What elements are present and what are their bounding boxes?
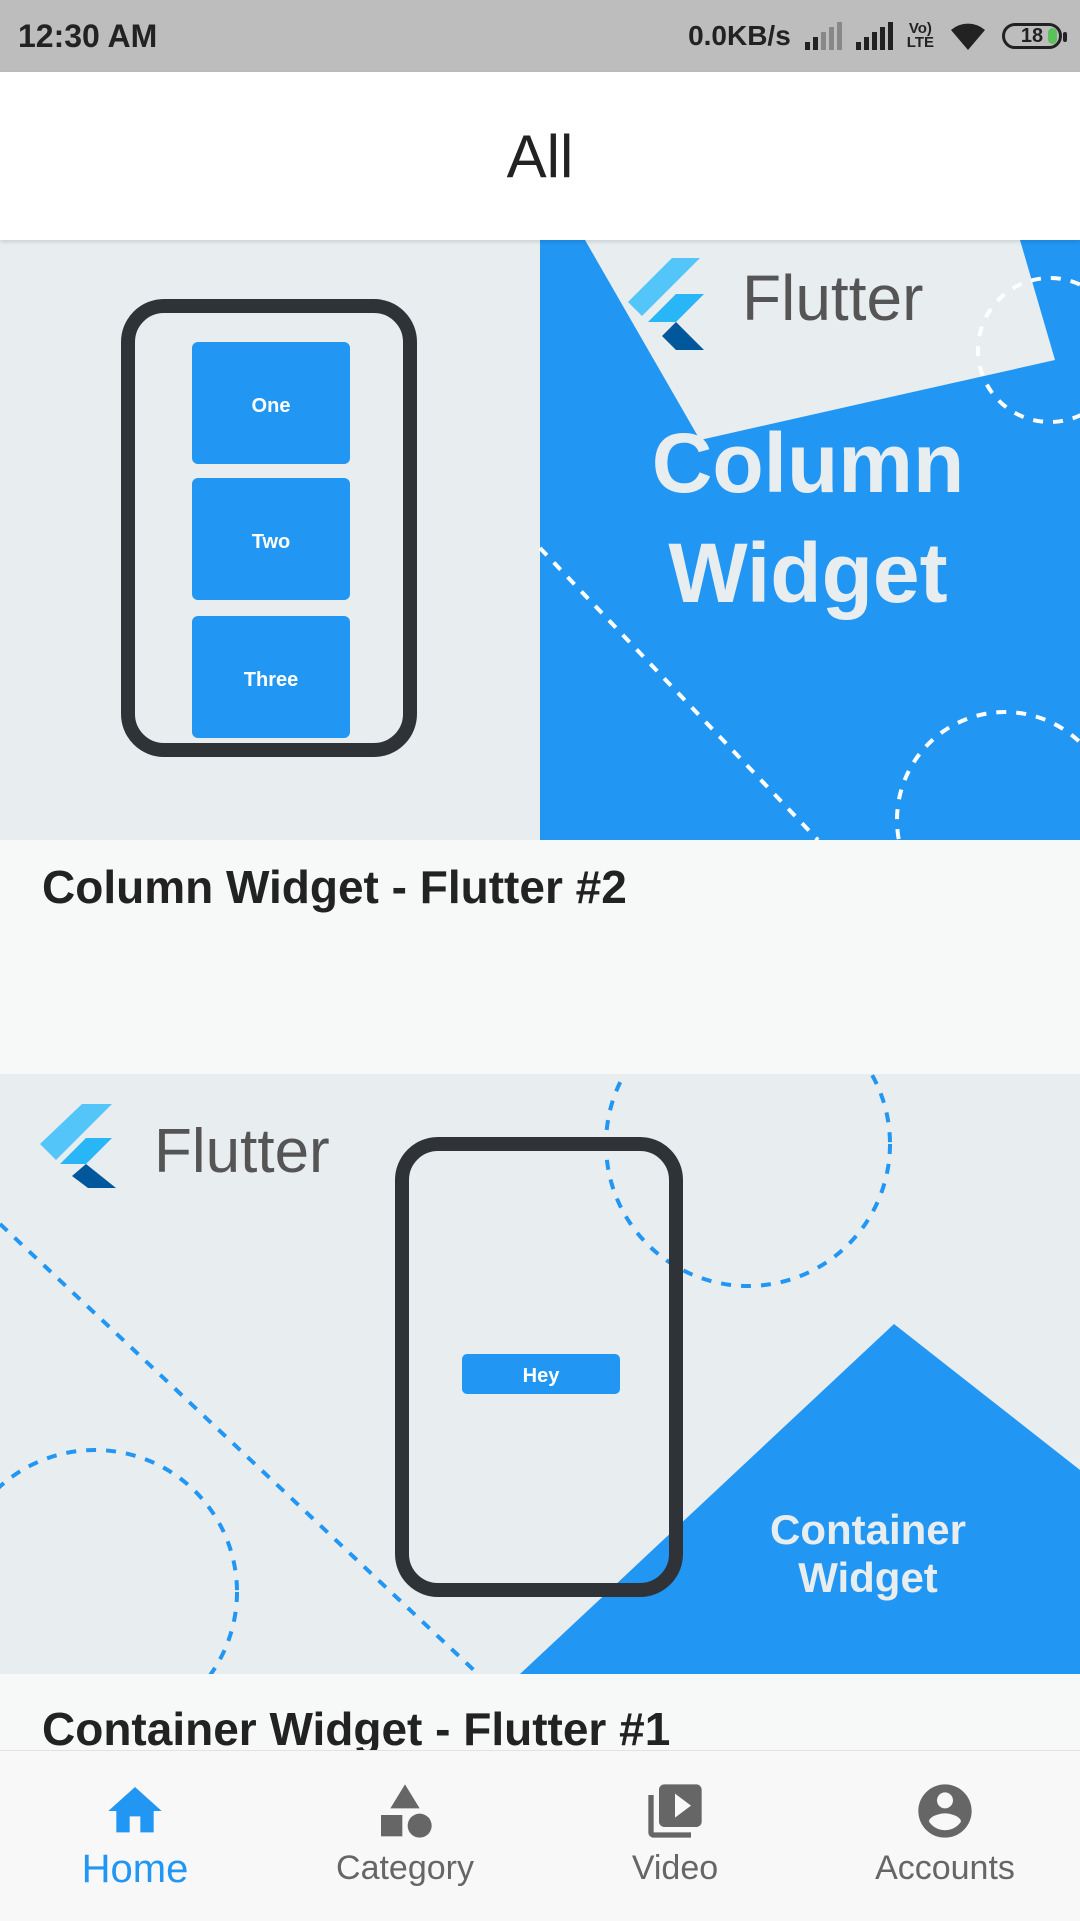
hey-button-label: Hey [523,1365,561,1387]
signal-2-icon [855,22,893,50]
headline-line-1: Column [652,416,965,510]
nav-label-home: Home [81,1847,189,1891]
category-icon [381,1784,432,1838]
nav-label-category: Category [336,1849,474,1887]
video-library-icon [648,1784,702,1838]
status-bar: 12:30 AM 0.0KB/s Vo) LTE 18 [0,0,1080,72]
nav-item-accounts[interactable]: Accounts [810,1751,1080,1921]
signal-1-icon [804,22,842,50]
post-thumbnail[interactable]: One Two Three Flutter Column Widget [0,240,1080,840]
post-title[interactable]: Column Widget - Flutter #2 [42,860,627,914]
bottom-nav: Home Category Video Accounts [0,1750,1080,1921]
post-card[interactable]: Flutter Container Widget Hey Container W… [0,1074,1080,1750]
headline-line-1: Container [770,1506,966,1553]
box-one-label: One [252,395,291,417]
network-speed: 0.0KB/s [688,20,791,51]
nav-label-video: Video [631,1849,719,1887]
headline-line-2: Widget [668,526,947,620]
status-icons: 0.0KB/s Vo) LTE 18 [688,20,1067,52]
box-three-label: Three [244,669,298,691]
headline-line-2: Widget [798,1554,938,1601]
brand-label: Flutter [154,1117,330,1186]
nav-item-home[interactable]: Home [0,1751,270,1921]
post-card[interactable]: One Two Three Flutter Column Widget Colu… [0,240,1080,1072]
volte-icon: Vo) LTE [906,20,934,51]
status-time: 12:30 AM [18,17,158,54]
post-list[interactable]: One Two Three Flutter Column Widget Colu… [0,240,1080,1750]
nav-item-video[interactable]: Video [540,1751,810,1921]
nav-label-accounts: Accounts [875,1849,1015,1887]
nav-item-category[interactable]: Category [270,1751,540,1921]
post-title[interactable]: Container Widget - Flutter #1 [42,1702,670,1750]
brand-label: Flutter [742,262,923,334]
post-thumbnail[interactable]: Flutter Container Widget Hey [0,1074,1080,1674]
box-two-label: Two [252,531,291,553]
home-icon [108,1787,162,1833]
battery-level: 18 [1020,24,1044,47]
battery-icon: 18 [1002,23,1067,49]
page-title: All [506,122,574,190]
app-bar: All [0,72,1080,240]
wifi-icon [951,23,985,50]
account-circle-icon [918,1784,972,1838]
